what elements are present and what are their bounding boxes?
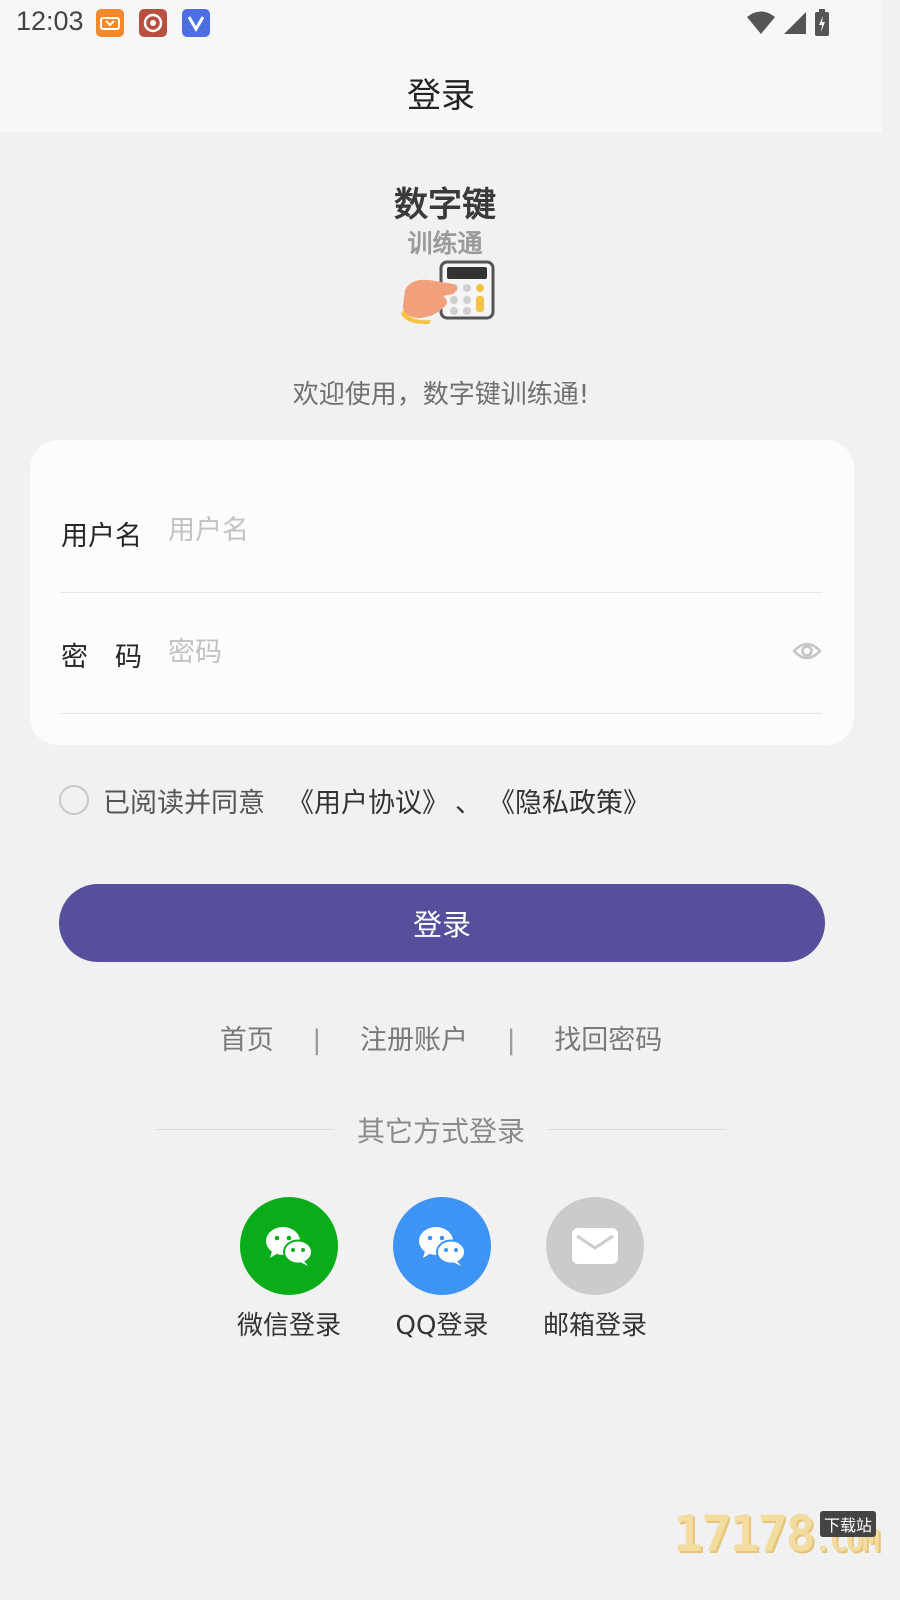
signal-icon: [784, 12, 806, 34]
login-form-card: 用户名 密 码: [30, 440, 854, 745]
wechat-login-label: 微信登录: [236, 1311, 341, 1341]
watermark-number: 17178: [673, 1505, 816, 1563]
status-bar: 12:03: [0, 0, 882, 46]
username-divider: [60, 592, 822, 593]
system-icons: [746, 9, 830, 37]
show-password-eye-icon[interactable]: [792, 638, 822, 664]
qq-login-label: QQ登录: [395, 1311, 489, 1341]
password-divider: [60, 713, 822, 714]
qq-icon[interactable]: [393, 1197, 491, 1295]
footer-links: 首页 | 注册账户 | 找回密码: [0, 1018, 882, 1057]
password-label: 密 码: [61, 642, 142, 673]
logo-title: 数字键: [394, 185, 496, 225]
email-icon[interactable]: [546, 1197, 644, 1295]
other-login-right-line: [548, 1129, 726, 1130]
find-password-link[interactable]: 找回密码: [554, 1018, 662, 1057]
notification-app-icon: [96, 9, 124, 37]
other-login-header: 其它方式登录: [156, 1110, 726, 1150]
battery-icon: [815, 9, 829, 36]
wechat-login-button[interactable]: 微信登录: [229, 1197, 349, 1342]
calculator-hand-icon: [401, 260, 495, 325]
status-time: 12:03: [16, 6, 84, 36]
qq-login-button[interactable]: QQ登录: [382, 1197, 502, 1342]
username-input[interactable]: [168, 510, 768, 550]
username-label: 用户名: [61, 521, 142, 552]
welcome-text: 欢迎使用，数字键训练通!: [292, 380, 590, 410]
notification-app-icon: [139, 9, 167, 37]
link-divider: |: [312, 1025, 322, 1056]
email-login-button[interactable]: 邮箱登录: [535, 1197, 655, 1342]
login-button[interactable]: 登录: [59, 884, 825, 962]
link-divider: |: [506, 1025, 516, 1056]
agreement-separator: 、: [455, 787, 482, 819]
logo-subtitle: 训练通: [407, 229, 482, 258]
notification-app-icon: [182, 9, 210, 37]
app-logo: 数字键 训练通: [381, 180, 509, 325]
other-login-title: 其它方式登录: [356, 1115, 525, 1148]
page-title: 登录: [407, 76, 475, 116]
password-input[interactable]: [168, 632, 768, 672]
wifi-icon: [747, 11, 775, 34]
register-link[interactable]: 注册账户: [360, 1018, 468, 1057]
agreement-row: 已阅读并同意 《用户协议》 、 《隐私政策》: [59, 780, 650, 820]
email-login-label: 邮箱登录: [542, 1311, 647, 1341]
agreement-text: 已阅读并同意: [103, 787, 265, 819]
watermark-logo: 17178.COM 下载站: [673, 1505, 880, 1563]
watermark-tag: 下载站: [819, 1511, 876, 1537]
agreement-checkbox[interactable]: [59, 785, 89, 815]
wechat-icon[interactable]: [240, 1197, 338, 1295]
user-agreement-link[interactable]: 《用户协议》: [287, 781, 449, 820]
privacy-policy-link[interactable]: 《隐私政策》: [488, 781, 650, 820]
home-link[interactable]: 首页: [220, 1018, 274, 1057]
nav-bar: 登录: [0, 46, 882, 132]
